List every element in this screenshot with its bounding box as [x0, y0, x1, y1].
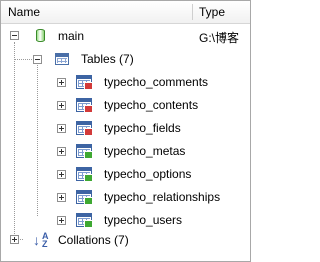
table-status-badge	[84, 82, 93, 90]
expand-toggle[interactable]	[57, 124, 66, 133]
expand-toggle[interactable]	[57, 78, 66, 87]
table-name: typecho_relationships	[104, 190, 221, 204]
table-name: typecho_metas	[104, 144, 186, 158]
table-name: typecho_contents	[104, 98, 199, 112]
expand-toggle[interactable]	[57, 170, 66, 179]
table-status-badge	[84, 105, 93, 113]
tree-node-collations[interactable]: ↓ A Z Collations (7)	[1, 231, 250, 249]
table-row[interactable]: typecho_comments	[1, 73, 250, 91]
table-name: typecho_options	[104, 167, 192, 181]
table-row[interactable]: typecho_options	[1, 165, 250, 183]
table-icon	[76, 190, 93, 205]
table-icon	[76, 98, 93, 113]
node-type-value: G:\博客	[199, 31, 240, 45]
table-status-badge	[84, 220, 93, 228]
node-label: Tables (7)	[81, 52, 134, 66]
table-icon	[76, 121, 93, 136]
collapse-toggle[interactable]	[10, 31, 19, 40]
table-row[interactable]: typecho_fields	[1, 119, 250, 137]
expand-toggle[interactable]	[10, 235, 19, 244]
table-row[interactable]: typecho_users	[1, 211, 250, 229]
tables-folder-icon	[55, 53, 69, 65]
expand-toggle[interactable]	[57, 147, 66, 156]
expand-toggle[interactable]	[57, 216, 66, 225]
column-divider[interactable]	[192, 4, 193, 20]
name-column-header[interactable]: Name	[8, 5, 40, 19]
table-status-badge	[84, 174, 93, 182]
database-icon	[36, 29, 45, 42]
database-tree-panel: Name Type main G:\博客 Tables (7) typecho_…	[0, 0, 251, 262]
table-icon	[76, 75, 93, 90]
table-status-badge	[84, 197, 93, 205]
type-column-header[interactable]: Type	[199, 5, 225, 19]
table-name: typecho_fields	[104, 121, 181, 135]
tree-node-main[interactable]: main G:\博客	[1, 27, 250, 45]
table-name: typecho_comments	[104, 75, 209, 89]
table-icon	[76, 144, 93, 159]
table-status-badge	[84, 151, 93, 159]
column-header: Name Type	[1, 1, 250, 24]
tree-node-tables[interactable]: Tables (7)	[1, 50, 250, 68]
expand-toggle[interactable]	[57, 101, 66, 110]
table-row[interactable]: typecho_contents	[1, 96, 250, 114]
table-icon	[76, 213, 93, 228]
collapse-toggle[interactable]	[33, 55, 42, 64]
table-name: typecho_users	[104, 213, 183, 227]
table-row[interactable]: typecho_relationships	[1, 188, 250, 206]
node-label: Collations (7)	[58, 233, 129, 247]
node-label: main	[58, 29, 85, 43]
table-icon	[76, 167, 93, 182]
table-status-badge	[84, 128, 93, 136]
table-row[interactable]: typecho_metas	[1, 142, 250, 160]
expand-toggle[interactable]	[57, 193, 66, 202]
